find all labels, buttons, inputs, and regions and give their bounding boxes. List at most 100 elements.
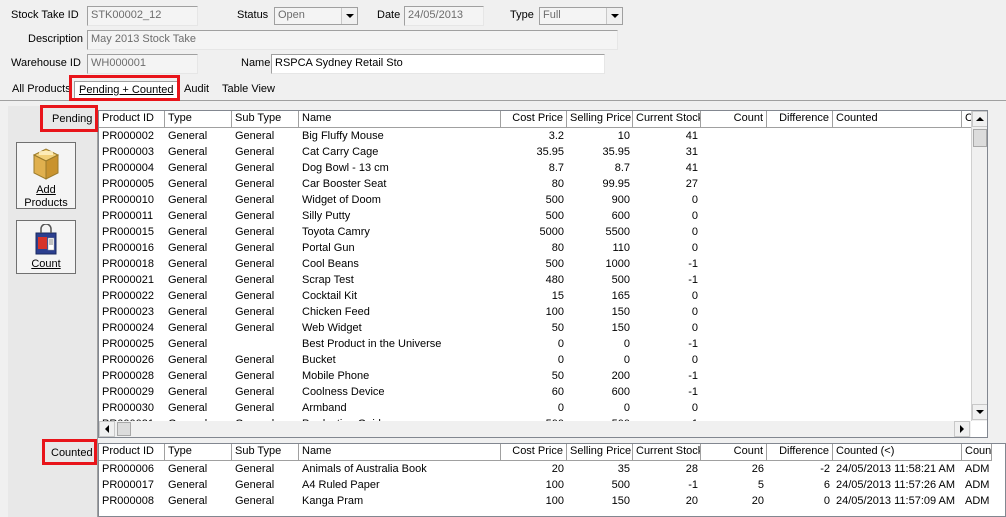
pending-cell: Web Widget <box>302 322 362 334</box>
counted-table-row[interactable]: PR000017 General General A4 Ruled Paper 100 5… <box>99 478 1005 494</box>
counted-column-header[interactable]: Difference <box>767 444 833 461</box>
type-select[interactable]: Full <box>539 7 623 25</box>
stock-take-id-label: Stock Take ID <box>11 9 79 21</box>
count-button[interactable]: Count <box>16 220 76 274</box>
pending-table-row[interactable]: PR000015 General General Toyota Camry 5000 55… <box>99 225 971 241</box>
tab-audit[interactable]: Audit <box>180 81 213 100</box>
pending-grid[interactable]: Product ID Type Sub Type Name Cost Price Sell… <box>98 110 988 438</box>
pending-column-header[interactable]: Name <box>299 111 501 128</box>
pending-cell <box>833 257 962 273</box>
counted-cell: PR000008 <box>102 495 154 507</box>
pending-cell: 15 <box>551 290 564 302</box>
pending-table-row[interactable]: PR000003 General General Cat Carry Cage 35.9… <box>99 145 971 161</box>
tab-table-view[interactable]: Table View <box>218 81 279 100</box>
date-field[interactable]: 24/05/2013 <box>404 6 484 26</box>
pending-table-row[interactable]: PR000002 General General Big Fluffy Mouse 3.… <box>99 129 971 145</box>
pending-cell: Widget of Doom <box>302 194 381 206</box>
pending-cell <box>833 289 962 305</box>
pending-cell <box>767 193 833 209</box>
pending-table-row[interactable]: PR000029 General General Coolness Device 60 6… <box>99 385 971 401</box>
pending-cell: PR000016 <box>102 242 154 254</box>
pending-table-row[interactable]: PR000011 General General Silly Putty 500 600 0 <box>99 209 971 225</box>
counted-grid[interactable]: Product ID Type Sub Type Name Cost Price Sell… <box>98 443 1006 517</box>
pending-scroll-thumb[interactable] <box>973 129 987 147</box>
name-field[interactable]: RSPCA Sydney Retail Sto <box>271 54 605 74</box>
pending-table-row[interactable]: PR000016 General General Portal Gun 80 110 0 <box>99 241 971 257</box>
pending-column-header[interactable]: Counted <box>833 111 962 128</box>
pending-cell: 500 <box>545 210 564 222</box>
pending-table-row[interactable]: PR000010 General General Widget of Doom 500 9… <box>99 193 971 209</box>
pending-cell: 41 <box>685 162 698 174</box>
counted-column-header[interactable]: Cost Price <box>501 444 567 461</box>
counted-cell: Kanga Pram <box>302 495 364 507</box>
pending-cell <box>701 369 767 385</box>
pending-cell: PR000015 <box>102 226 154 238</box>
pending-hscroll-thumb[interactable] <box>117 422 131 436</box>
pending-cell: PR000030 <box>102 402 154 414</box>
pending-cell <box>833 177 962 193</box>
pending-cell <box>833 209 962 225</box>
counted-column-header[interactable]: Current Stock <box>633 444 701 461</box>
pending-cell: General <box>168 162 208 174</box>
pending-column-header[interactable]: Type <box>165 111 232 128</box>
pending-column-header[interactable]: Current Stock <box>633 111 701 128</box>
count-label: Count <box>31 258 61 270</box>
pending-column-header[interactable]: Sub Type <box>232 111 299 128</box>
pending-cell: 0 <box>691 194 698 206</box>
counted-column-header[interactable]: Selling Price <box>567 444 633 461</box>
counted-cell: PR000017 <box>102 479 154 491</box>
pending-cell: General <box>168 210 208 222</box>
pending-cell: General <box>168 306 208 318</box>
pending-cell: PR000002 <box>102 130 154 142</box>
counted-cell: General <box>235 479 275 491</box>
pending-table-row[interactable]: PR000028 General General Mobile Phone 50 200 -… <box>99 369 971 385</box>
pending-table-row[interactable]: PR000021 General General Scrap Test 480 500 -1 <box>99 273 971 289</box>
scroll-down-icon[interactable] <box>972 404 987 420</box>
pending-column-header[interactable]: Selling Price <box>567 111 633 128</box>
pending-column-header[interactable]: Difference <box>767 111 833 128</box>
pending-table-row[interactable]: PR000024 General General Web Widget 50 150 0 <box>99 321 971 337</box>
counted-column-header[interactable]: Count <box>701 444 767 461</box>
pending-vertical-scrollbar[interactable] <box>971 111 987 421</box>
pending-table-row[interactable]: PR000018 General General Cool Beans 500 1000 -… <box>99 257 971 273</box>
pending-column-header[interactable]: Cost Price <box>501 111 567 128</box>
pending-column-header[interactable]: Product ID <box>99 111 165 128</box>
pending-table-row[interactable]: PR000004 General General Dog Bowl - 13 cm 8.… <box>99 161 971 177</box>
counted-column-header[interactable]: Product ID <box>99 444 165 461</box>
counted-column-header[interactable]: Counted (<) <box>833 444 962 461</box>
pending-table-row[interactable]: PR000005 General General Car Booster Seat 80… <box>99 177 971 193</box>
pending-cell: General <box>235 354 275 366</box>
counted-column-header[interactable]: Name <box>299 444 501 461</box>
counted-column-header[interactable]: Sub Type <box>232 444 299 461</box>
status-select[interactable]: Open <box>274 7 358 25</box>
warehouse-id-field[interactable]: WH000001 <box>87 54 198 74</box>
scroll-left-icon[interactable] <box>99 421 115 437</box>
add-products-button[interactable]: Add Products <box>16 142 76 209</box>
pending-cell: General <box>168 146 208 158</box>
counted-table-row[interactable]: PR000008 General General Kanga Pram 100 150 20… <box>99 494 1005 510</box>
counted-table-row[interactable]: PR000006 General General Animals of Austral… <box>99 462 1005 478</box>
pending-cell: General <box>168 322 208 334</box>
highlight-box-counted <box>42 439 97 465</box>
chevron-down-icon[interactable] <box>341 8 357 24</box>
pending-cell: PR000028 <box>102 370 154 382</box>
pending-table-row[interactable]: PR000023 General General Chicken Feed 100 150… <box>99 305 971 321</box>
counted-column-header[interactable]: Type <box>165 444 232 461</box>
description-field[interactable]: May 2013 Stock Take <box>87 30 618 50</box>
scroll-up-icon[interactable] <box>972 111 987 127</box>
pending-cell: Dog Bowl - 13 cm <box>302 162 389 174</box>
chevron-down-icon[interactable] <box>606 8 622 24</box>
pending-column-header[interactable]: Count <box>701 111 767 128</box>
pending-table-row[interactable]: PR000022 General General Cocktail Kit 15 165 0 <box>99 289 971 305</box>
pending-table-row[interactable]: PR000025 General Best Product in the Unive… <box>99 337 971 353</box>
tab-all-products[interactable]: All Products <box>8 81 75 100</box>
pending-table-row[interactable]: PR000030 General General Armband 0 0 0 <box>99 401 971 417</box>
stock-take-id-field[interactable]: STK00002_12 <box>87 6 198 26</box>
scroll-right-icon[interactable] <box>954 421 970 437</box>
pending-cell: 8.7 <box>548 162 564 174</box>
pending-cell: PR000003 <box>102 146 154 158</box>
pending-table-row[interactable]: PR000026 General General Bucket 0 0 0 <box>99 353 971 369</box>
pending-cell: 10 <box>617 130 630 142</box>
counted-column-header[interactable]: Coun <box>962 444 992 461</box>
pending-horizontal-scrollbar[interactable] <box>99 421 971 437</box>
